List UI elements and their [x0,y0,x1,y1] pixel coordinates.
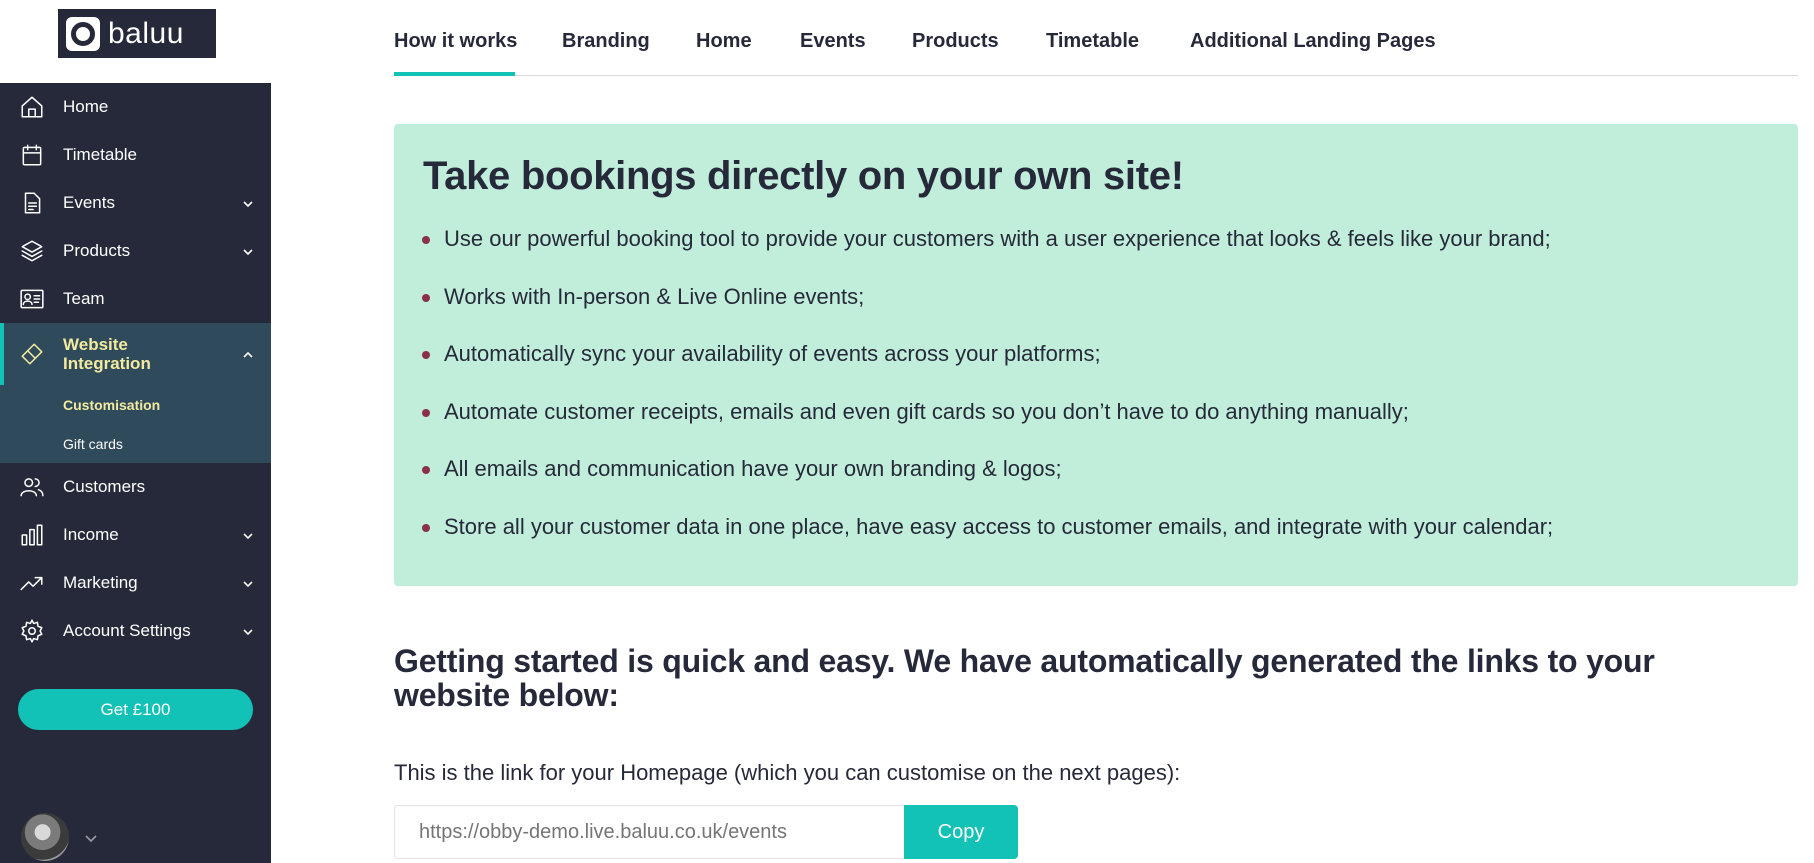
homepage-url-input[interactable] [394,805,905,859]
sidebar-item-label: Income [63,525,119,544]
bullet-text: Automatically sync your availability of … [444,341,1101,367]
sidebar-subitem-customisation[interactable]: Customisation [0,385,271,424]
list-item: All emails and communication have your o… [422,456,1553,514]
promo-title: Take bookings directly on your own site! [423,154,1184,198]
bullet-text: All emails and communication have your o… [444,456,1062,482]
sidebar-item-label: Marketing [63,573,138,592]
bullet-dot-icon [422,408,430,417]
sidebar-item-label: Customers [63,477,146,496]
sidebar-item-timetable[interactable]: Timetable [0,131,271,179]
bullet-text: Works with In-person & Live Online event… [444,283,865,309]
tab-timetable[interactable]: Timetable [1046,30,1139,53]
logo-area: baluu [0,0,271,83]
team-icon [18,285,46,313]
sidebar-item-products[interactable]: Products [0,227,271,275]
chevron-down-icon[interactable] [241,624,255,638]
logo-text: baluu [108,16,184,50]
bullet-text: Automate customer receipts, emails and e… [444,398,1409,424]
sidebar-item-label: Home [63,97,109,116]
active-tab-indicator [394,72,515,76]
list-item: Automate customer receipts, emails and e… [422,399,1553,457]
promo-bullet-list: Use our powerful booking tool to provide… [422,226,1553,572]
layers-icon [18,237,46,265]
sidebar-group-website-integration: Website Integration Customisation Gift c… [0,323,271,463]
tab-products[interactable]: Products [912,30,999,53]
sidebar-subitem-gift-cards[interactable]: Gift cards [0,424,271,463]
chevron-down-icon[interactable] [241,196,255,210]
get-100-button[interactable]: Get £100 [18,689,253,730]
bullet-dot-icon [422,293,430,302]
logo-mark-icon [66,16,100,51]
bullet-dot-icon [422,466,430,475]
tab-events[interactable]: Events [800,30,866,53]
sidebar-item-events[interactable]: Events [0,179,271,227]
sidebar-item-label: Team [63,289,105,308]
bullet-dot-icon [422,236,430,244]
sidebar-nav: Home Timetable Events Products Team Webs… [0,83,271,655]
sidebar-item-website-integration[interactable]: Website Integration [0,323,271,385]
promo-panel: Take bookings directly on your own site!… [394,124,1798,586]
bullet-text: Store all your customer data in one plac… [444,513,1554,539]
bullet-dot-icon [422,351,430,360]
list-item: Use our powerful booking tool to provide… [422,226,1553,284]
tab-bar: How it works Branding Home Events Produc… [394,0,1798,76]
bullet-dot-icon [422,523,430,532]
chevron-down-icon[interactable] [241,244,255,258]
avatar[interactable] [21,813,69,861]
home-icon [18,93,46,121]
tab-how-it-works[interactable]: How it works [394,30,517,53]
chevron-down-icon[interactable] [241,528,255,542]
sidebar-item-label: Timetable [63,145,138,164]
list-item: Store all your customer data in one plac… [422,514,1553,572]
bullet-text: Use our powerful booking tool to provide… [444,226,1551,251]
tag-icon [18,340,46,368]
chevron-up-icon[interactable] [241,347,255,361]
document-icon [18,189,46,217]
sidebar-item-account-settings[interactable]: Account Settings [0,607,271,655]
sidebar-item-label: Account Settings [63,621,191,640]
sidebar-item-label: Products [63,241,131,260]
chevron-down-icon[interactable] [241,576,255,590]
tab-home[interactable]: Home [696,30,752,53]
users-icon [18,473,46,501]
copy-button[interactable]: Copy [904,805,1018,859]
sidebar-item-home[interactable]: Home [0,83,271,131]
sidebar-item-income[interactable]: Income [0,511,271,559]
sidebar-item-team[interactable]: Team [0,275,271,323]
list-item: Automatically sync your availability of … [422,341,1553,399]
baluu-logo[interactable]: baluu [58,9,216,58]
tab-additional-landing-pages[interactable]: Additional Landing Pages [1190,30,1436,53]
calendar-icon [18,141,46,169]
chevron-down-icon[interactable] [83,830,99,846]
sidebar-item-label: Website Integration [63,335,151,373]
sidebar-item-marketing[interactable]: Marketing [0,559,271,607]
sidebar: baluu Home Timetable Events Products Tea… [0,0,271,863]
sidebar-item-customers[interactable]: Customers [0,463,271,511]
list-item: Works with In-person & Live Online event… [422,284,1553,342]
homepage-link-description: This is the link for your Homepage (whic… [394,760,1181,785]
gear-icon [18,617,46,645]
tab-branding[interactable]: Branding [562,30,650,53]
getting-started-heading: Getting started is quick and easy. We ha… [394,643,1655,713]
trend-icon [18,569,46,597]
sidebar-item-label: Events [63,193,115,212]
bar-chart-icon [18,521,46,549]
